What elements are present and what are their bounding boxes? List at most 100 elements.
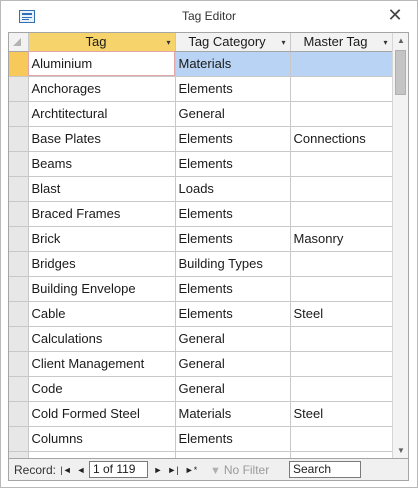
category-cell[interactable]: Elements — [175, 276, 291, 302]
scroll-down-icon[interactable]: ▼ — [393, 443, 408, 458]
table-row[interactable]: Client Management General — [9, 351, 393, 377]
tag-cell[interactable]: Cold Formed Steel — [28, 401, 176, 427]
category-cell[interactable]: Materials — [175, 51, 291, 77]
table-row[interactable]: Building Envelope Elements — [9, 276, 393, 302]
tag-cell[interactable]: Client Management — [28, 351, 176, 377]
row-selector[interactable] — [9, 101, 29, 127]
master-tag-cell[interactable] — [290, 201, 393, 227]
master-tag-cell[interactable] — [290, 51, 393, 77]
search-input[interactable]: Search — [289, 461, 361, 478]
category-cell[interactable]: Elements — [175, 76, 291, 102]
tag-cell[interactable]: Aluminium — [28, 51, 176, 77]
category-cell[interactable]: General — [175, 326, 291, 352]
table-row[interactable]: Code General — [9, 376, 393, 402]
row-selector[interactable] — [9, 51, 29, 77]
row-selector[interactable] — [9, 276, 29, 302]
tag-cell[interactable]: Columns — [28, 426, 176, 452]
table-row[interactable]: Cold Formed Steel Materials Steel — [9, 401, 393, 427]
row-selector[interactable] — [9, 201, 29, 227]
category-cell[interactable]: Elements — [175, 126, 291, 152]
master-tag-cell[interactable]: Masonry — [290, 226, 393, 252]
table-row[interactable]: Columns Elements — [9, 426, 393, 452]
column-header-category[interactable]: Tag Category ▾ — [175, 33, 291, 52]
tag-cell[interactable]: Calculations — [28, 326, 176, 352]
tag-cell[interactable]: Building Envelope — [28, 276, 176, 302]
table-row[interactable]: Bridges Building Types — [9, 251, 393, 277]
table-row[interactable]: Archtitectural General — [9, 101, 393, 127]
tag-cell[interactable]: Anchorages — [28, 76, 176, 102]
category-cell[interactable]: Elements — [175, 301, 291, 327]
master-tag-cell[interactable] — [290, 101, 393, 127]
previous-record-icon[interactable]: ◄ — [75, 462, 87, 478]
master-tag-cell[interactable] — [290, 251, 393, 277]
category-cell[interactable]: Building Types — [175, 251, 291, 277]
column-header-master[interactable]: Master Tag ▾ — [290, 33, 393, 52]
master-tag-cell[interactable] — [290, 151, 393, 177]
record-position-field[interactable]: 1 of 119 — [89, 461, 148, 478]
master-tag-cell[interactable] — [290, 326, 393, 352]
category-cell[interactable]: Elements — [175, 226, 291, 252]
master-tag-cell[interactable]: Steel — [290, 301, 393, 327]
tag-cell[interactable]: Commercial — [28, 451, 176, 458]
row-selector[interactable] — [9, 151, 29, 177]
table-row[interactable]: Brick Elements Masonry — [9, 226, 393, 252]
next-record-icon[interactable]: ► — [152, 462, 164, 478]
master-tag-cell[interactable] — [290, 426, 393, 452]
tag-cell[interactable]: Beams — [28, 151, 176, 177]
dropdown-arrow-icon[interactable]: ▾ — [383, 38, 387, 47]
master-tag-cell[interactable] — [290, 451, 393, 458]
table-row[interactable]: Blast Loads — [9, 176, 393, 202]
table-row[interactable]: CommercialBuilding Types — [9, 451, 393, 458]
last-record-icon[interactable]: ►| — [166, 462, 180, 478]
category-cell[interactable]: Elements — [175, 201, 291, 227]
row-selector[interactable] — [9, 226, 29, 252]
sort-dropdown-icon[interactable]: ▾ — [166, 38, 170, 47]
row-selector[interactable] — [9, 401, 29, 427]
row-selector[interactable] — [9, 376, 29, 402]
scroll-thumb[interactable] — [395, 50, 406, 95]
close-button[interactable]: ✕ — [385, 4, 405, 26]
master-tag-cell[interactable] — [290, 176, 393, 202]
tag-cell[interactable]: Braced Frames — [28, 201, 176, 227]
category-cell[interactable]: Materials — [175, 401, 291, 427]
master-tag-cell[interactable] — [290, 351, 393, 377]
tag-cell[interactable]: Blast — [28, 176, 176, 202]
vertical-scrollbar[interactable]: ▲ ▼ — [392, 33, 408, 458]
category-cell[interactable]: Building Types — [175, 451, 291, 458]
scroll-up-icon[interactable]: ▲ — [393, 33, 408, 48]
table-row[interactable]: Base Plates Elements Connections — [9, 126, 393, 152]
category-cell[interactable]: General — [175, 376, 291, 402]
row-selector[interactable] — [9, 451, 29, 458]
master-tag-cell[interactable] — [290, 276, 393, 302]
tag-cell[interactable]: Brick — [28, 226, 176, 252]
row-selector[interactable] — [9, 426, 29, 452]
table-row[interactable]: Aluminium Materials — [9, 51, 393, 77]
master-tag-cell[interactable]: Steel — [290, 401, 393, 427]
tag-cell[interactable]: Base Plates — [28, 126, 176, 152]
table-row[interactable]: Anchorages Elements — [9, 76, 393, 102]
filter-toggle-button[interactable]: ▼ No Filter — [210, 463, 269, 477]
category-cell[interactable]: Elements — [175, 151, 291, 177]
tag-cell[interactable]: Bridges — [28, 251, 176, 277]
select-all-corner[interactable] — [9, 33, 29, 52]
category-cell[interactable]: Elements — [175, 426, 291, 452]
row-selector[interactable] — [9, 326, 29, 352]
category-cell[interactable]: General — [175, 101, 291, 127]
table-row[interactable]: Beams Elements — [9, 151, 393, 177]
row-selector[interactable] — [9, 126, 29, 152]
column-header-tag[interactable]: Tag ▾ — [28, 33, 176, 52]
dropdown-arrow-icon[interactable]: ▾ — [281, 38, 285, 47]
category-cell[interactable]: General — [175, 351, 291, 377]
table-row[interactable]: Cable Elements Steel — [9, 301, 393, 327]
master-tag-cell[interactable]: Connections — [290, 126, 393, 152]
row-selector[interactable] — [9, 251, 29, 277]
tag-cell[interactable]: Cable — [28, 301, 176, 327]
master-tag-cell[interactable] — [290, 76, 393, 102]
new-record-icon[interactable]: ►* — [183, 462, 199, 478]
master-tag-cell[interactable] — [290, 376, 393, 402]
row-selector[interactable] — [9, 351, 29, 377]
table-row[interactable]: Braced Frames Elements — [9, 201, 393, 227]
first-record-icon[interactable]: |◄ — [60, 462, 72, 478]
row-selector[interactable] — [9, 301, 29, 327]
tag-cell[interactable]: Archtitectural — [28, 101, 176, 127]
